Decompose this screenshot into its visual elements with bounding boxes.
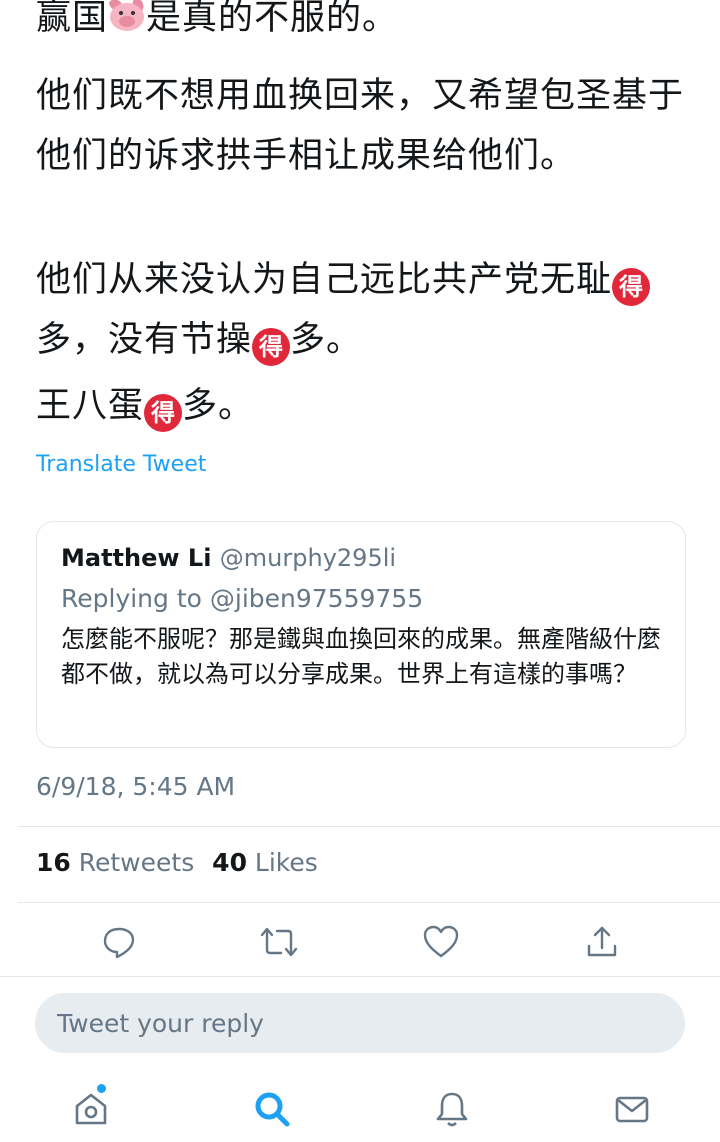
de-circle-emoji-icon: 得 bbox=[144, 394, 183, 432]
retweets-count: 16 bbox=[36, 848, 71, 877]
quoted-tweet-card[interactable]: Matthew Li @murphy295li Replying to @jib… bbox=[36, 521, 686, 748]
tweet-actions-bar bbox=[0, 918, 720, 966]
tweet-text-segment: 他们从来没认为自己远比共产党无耻 bbox=[36, 260, 613, 300]
tweet-paragraph-2: 他们既不想用血换回来，又希望包圣基于他们的诉求拱手相让成果给他们。 bbox=[36, 76, 685, 176]
retweet-icon bbox=[260, 927, 298, 957]
divider bbox=[18, 826, 720, 827]
engagement-stats: 16 Retweets 40 Likes bbox=[36, 848, 318, 877]
tweet-text-segment: 赢国 bbox=[36, 0, 109, 38]
tweet-text-segment: 王八蛋 bbox=[36, 386, 145, 426]
reply-button[interactable] bbox=[95, 918, 143, 966]
retweets-label: Retweets bbox=[78, 848, 195, 877]
tweet-line-1: 赢国 是真的不服的。 bbox=[36, 0, 398, 48]
quote-author-handle: @murphy295li bbox=[219, 544, 397, 572]
messages-icon bbox=[615, 1096, 649, 1123]
quote-author: Matthew Li @murphy295li bbox=[61, 544, 396, 572]
divider bbox=[18, 902, 720, 903]
tab-search[interactable] bbox=[250, 1087, 294, 1131]
share-icon bbox=[587, 926, 617, 957]
quote-replying-to: Replying to @jiben97559755 bbox=[61, 584, 424, 613]
tweet-timestamp: 6/9/18, 5:45 AM bbox=[36, 772, 236, 801]
heart-icon bbox=[423, 925, 459, 958]
new-content-indicator-dot bbox=[97, 1084, 106, 1093]
search-icon bbox=[255, 1092, 290, 1127]
pig-face-emoji-icon bbox=[108, 0, 146, 33]
likes-stat[interactable]: 40 Likes bbox=[212, 848, 318, 877]
reply-composer[interactable] bbox=[35, 993, 685, 1053]
de-circle-emoji-icon: 得 bbox=[612, 268, 651, 306]
divider bbox=[0, 976, 720, 977]
quote-text: 怎麼能不服呢？那是鐵與血換回來的成果。無產階級什麼都不做，就以為可以分享成果。世… bbox=[61, 625, 661, 688]
quote-author-name: Matthew Li bbox=[61, 544, 212, 572]
tab-notifications[interactable] bbox=[430, 1087, 474, 1131]
tweet-text-segment: 是真的不服的。 bbox=[146, 0, 399, 38]
like-button[interactable] bbox=[417, 918, 465, 966]
notifications-icon bbox=[436, 1092, 468, 1127]
reply-input[interactable] bbox=[35, 993, 685, 1053]
bottom-tab-bar bbox=[0, 1075, 720, 1142]
tweet-text-segment: 多。 bbox=[182, 386, 255, 426]
reply-icon bbox=[103, 927, 135, 959]
retweets-stat[interactable]: 16 Retweets bbox=[36, 848, 194, 877]
tweet-paragraph-3: 他们从来没认为自己远比共产党无耻 得多，没有节操得多。 bbox=[36, 250, 696, 370]
likes-count: 40 bbox=[212, 848, 247, 877]
tweet-text-segment: 多，没有节操 bbox=[36, 320, 253, 360]
tab-home[interactable] bbox=[69, 1087, 113, 1131]
share-button[interactable] bbox=[578, 918, 626, 966]
retweet-button[interactable] bbox=[255, 918, 303, 966]
tweet-text-segment: 多。 bbox=[290, 320, 363, 360]
likes-label: Likes bbox=[254, 848, 318, 877]
tab-messages[interactable] bbox=[610, 1087, 654, 1131]
de-circle-emoji-icon: 得 bbox=[252, 328, 291, 366]
translate-tweet-link[interactable]: Translate Tweet bbox=[36, 452, 206, 477]
home-icon bbox=[75, 1093, 107, 1125]
tweet-paragraph-4: 王八蛋得多。 bbox=[36, 376, 254, 436]
